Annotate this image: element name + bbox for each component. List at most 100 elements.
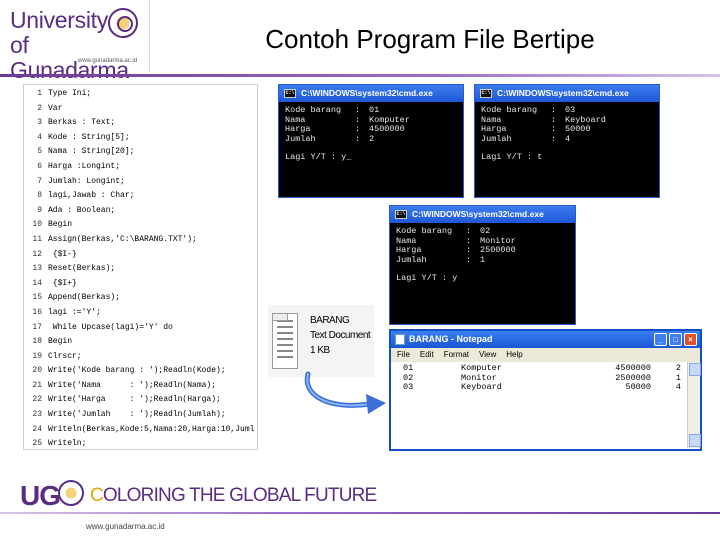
field-label: Jumlah: [481, 133, 512, 144]
line-number: 15: [32, 293, 42, 303]
line-number: 4: [37, 132, 42, 142]
code-line: 15 Append(Berkas);: [26, 291, 255, 306]
notepad-title-text: BARANG - Notepad: [409, 334, 493, 344]
code-line: 14 {$I+}: [26, 277, 255, 292]
cmd-title-text: C:\WINDOWS\system32\cmd.exe: [412, 209, 544, 219]
code-text: Type Ini;: [48, 89, 92, 98]
code-line: 8 lagi,Jawab : Char;: [26, 189, 255, 204]
line-number: 5: [37, 147, 42, 157]
menu-item-view[interactable]: View: [479, 348, 496, 362]
slide-title: Contoh Program File Bertipe: [265, 24, 595, 54]
code-text: lagi :='Y';: [48, 307, 101, 317]
separator: :: [355, 133, 361, 144]
code-line: 22 Write('Harga : ');Readln(Harga);: [26, 393, 255, 408]
code-text: While Upcase(lagi)='Y' do: [48, 322, 173, 332]
menu-item-file[interactable]: File: [397, 348, 410, 362]
code-line: 16 lagi :='Y';: [26, 306, 255, 321]
record-nama: Keyboard: [461, 382, 502, 392]
code-line: 19 Clrscr;: [26, 350, 255, 365]
footer-seal-icon: [58, 480, 84, 506]
cmd-output: Kode barang:03 Nama: Keyboard Harga:50000 Ju…: [475, 102, 659, 166]
notepad-window: BARANG - Notepad _ □ × File Edit Format Vie…: [389, 329, 702, 451]
code-text: Reset(Berkas);: [48, 264, 116, 274]
code-text: {$I+}: [48, 278, 77, 288]
line-number: 19: [32, 351, 42, 361]
code-line: 13 Reset(Berkas);: [26, 262, 255, 277]
cmd-icon: C:\: [284, 89, 296, 98]
barang-file-icon[interactable]: BARANG Text Document 1 KB: [268, 305, 374, 377]
code-text: Writeln(Berkas,Kode:5,Nama:20,Harga:10,J…: [48, 424, 255, 434]
line-number: 9: [37, 205, 42, 215]
cmd-prompt: Lagi Y/T : y: [396, 273, 458, 283]
line-number: 2: [37, 103, 42, 113]
footer-ug-logo: UG: [20, 480, 61, 511]
file-name: BARANG: [310, 315, 350, 326]
code-line: 4 Kode : String[5];: [26, 131, 255, 146]
field-label: Jumlah: [396, 254, 427, 265]
line-number: 11: [32, 234, 42, 244]
code-text: Append(Berkas);: [48, 293, 121, 303]
close-button[interactable]: ×: [684, 333, 697, 346]
cmd-icon: C:\: [395, 210, 407, 219]
code-text: Write('Kode barang : ');Readln(Kode);: [48, 366, 226, 376]
cmd-titlebar: C:\ C:\WINDOWS\system32\cmd.exe: [390, 206, 575, 223]
code-text: Begin: [48, 220, 73, 230]
cmd-titlebar: C:\ C:\WINDOWS\system32\cmd.exe: [475, 85, 659, 102]
line-number: 22: [32, 395, 42, 405]
code-line: 17 While Upcase(lagi)='Y' do: [26, 321, 255, 336]
line-number: 1: [37, 89, 42, 98]
notepad-icon: [395, 334, 405, 345]
cmd-output-row: Jumlah:2: [285, 133, 457, 145]
code-text: Kode : String[5];: [48, 132, 130, 142]
code-text: Ada : Boolean;: [48, 205, 116, 215]
maximize-button[interactable]: □: [669, 333, 682, 346]
file-info: BARANG Text Document 1 KB: [310, 313, 371, 358]
code-line: 24 Writeln(Berkas,Kode:5,Nama:20,Harga:10…: [26, 423, 255, 438]
slogan-initial: C: [90, 485, 104, 506]
separator: :: [551, 133, 557, 144]
minimize-button[interactable]: _: [654, 333, 667, 346]
code-text: Begin: [48, 337, 73, 347]
line-number: 20: [32, 366, 42, 376]
cmd-window-2: C:\ C:\WINDOWS\system32\cmd.exe Kode bar…: [474, 84, 660, 198]
line-number: 8: [37, 191, 42, 201]
cmd-window-3: C:\ C:\WINDOWS\system32\cmd.exe Kode bar…: [389, 205, 576, 325]
record-harga: 50000: [625, 382, 651, 392]
header-divider: [0, 74, 720, 77]
code-text: Berkas : Text;: [48, 118, 116, 128]
line-number: 23: [32, 410, 42, 420]
cmd-prompt: Lagi Y/T : t: [481, 152, 543, 162]
line-number: 14: [32, 278, 42, 288]
university-logo: University of Gunadarma www.gunadarma.ac…: [0, 0, 150, 83]
code-line: 2 Var: [26, 102, 255, 117]
curved-arrow-icon: [304, 371, 386, 414]
code-text: Assign(Berkas,'C:\BARANG.TXT');: [48, 234, 197, 244]
cmd-title-text: C:\WINDOWS\system32\cmd.exe: [301, 88, 433, 98]
code-text: Harga :Longint;: [48, 161, 121, 171]
vertical-scrollbar[interactable]: [687, 362, 701, 448]
code-text: Clrscr;: [48, 351, 82, 361]
code-text: Nama : String[20];: [48, 147, 135, 157]
code-text: Write('Nama : ');Readln(Nama);: [48, 380, 217, 390]
menu-item-format[interactable]: Format: [444, 348, 469, 362]
separator: :: [466, 254, 472, 265]
text-document-icon: [272, 313, 298, 369]
menu-item-help[interactable]: Help: [506, 348, 522, 362]
code-line: 12 {$I-}: [26, 248, 255, 263]
cmd-output: Kode barang:01 Nama: Komputer Harga:4500000…: [279, 102, 463, 166]
line-number: 21: [32, 380, 42, 390]
code-text: Write('Jumlah : ');Readln(Jumlah);: [48, 410, 226, 420]
field-value: 2: [369, 133, 375, 144]
menu-item-edit[interactable]: Edit: [420, 348, 434, 362]
record-jumlah: 4: [675, 382, 681, 392]
code-text: Write('Harga : ');Readln(Harga);: [48, 395, 221, 405]
code-text: Jumlah: Longint;: [48, 176, 125, 186]
code-line: 11 Assign(Berkas,'C:\BARANG.TXT');: [26, 233, 255, 248]
notepad-menubar: File Edit Format View Help: [391, 348, 700, 362]
code-text: Var: [48, 103, 63, 113]
line-number: 18: [32, 337, 42, 347]
notepad-text-area[interactable]: 01 Komputer 4500000 2 02 Monitor 2500000 1 03 Key…: [391, 362, 701, 448]
code-line: 10 Begin: [26, 218, 255, 233]
line-number: 7: [37, 176, 42, 186]
field-label: Jumlah: [285, 133, 316, 144]
